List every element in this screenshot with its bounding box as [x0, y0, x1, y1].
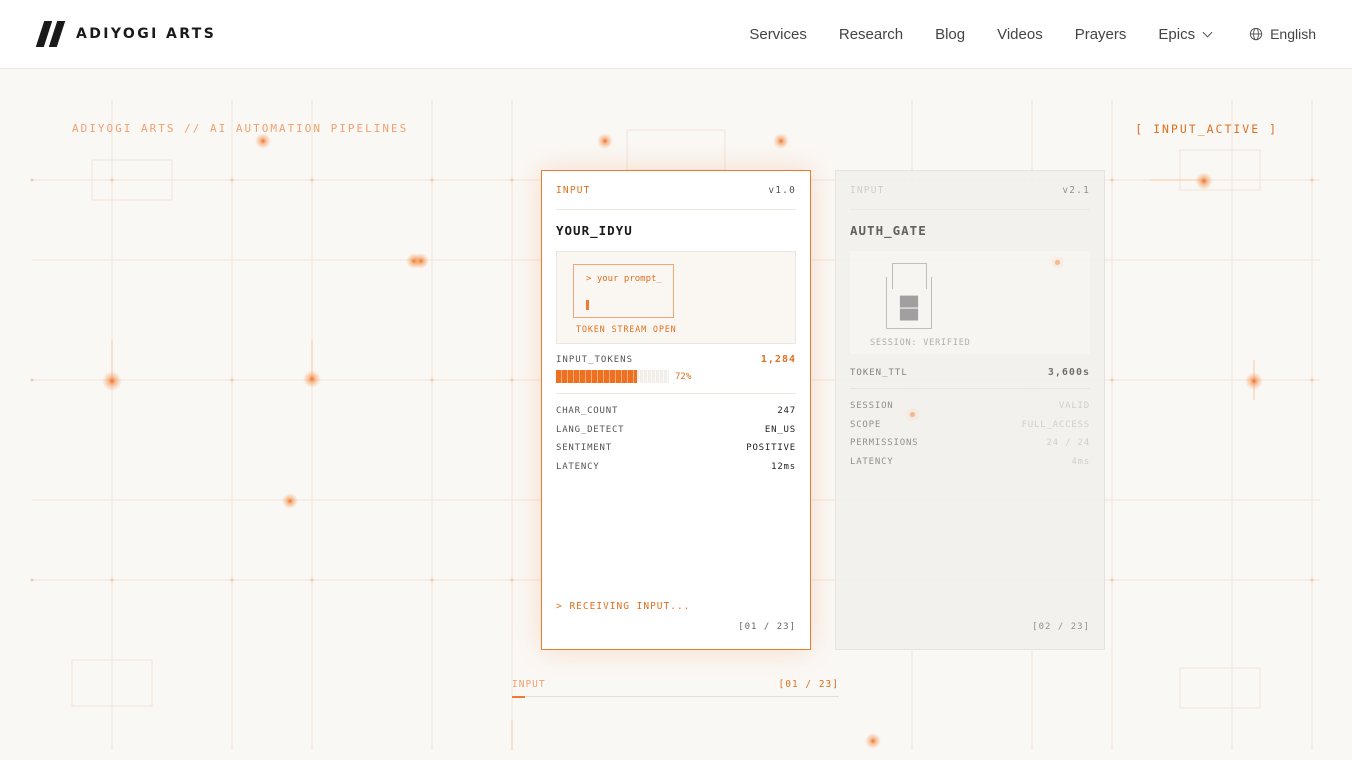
stat-row: SENTIMENT POSITIVE [556, 439, 796, 458]
stat-key: SESSION [850, 401, 894, 412]
stat-row: SCOPE FULL_ACCESS [850, 416, 1090, 435]
metric-value: 1,284 [760, 354, 796, 365]
token-progress: 72% [556, 370, 796, 383]
brand[interactable]: ADIYOGI ARTS [35, 21, 217, 47]
logo-mark-icon [35, 21, 66, 47]
stat-row: LATENCY 4ms [850, 453, 1090, 472]
carousel-position: [01 / 23] [778, 679, 839, 690]
prompt-visual: > your prompt_ TOKEN STREAM OPEN [556, 251, 796, 344]
metric-row: INPUT_TOKENS 1,284 [556, 354, 796, 365]
stat-value: 12ms [771, 461, 796, 472]
card-label: INPUT [850, 184, 885, 196]
language-selector[interactable]: English [1249, 26, 1316, 42]
metric-value: 3,600s [1047, 367, 1090, 378]
stats-list: SESSION VALID SCOPE FULL_ACCESS PERMISSI… [850, 397, 1090, 471]
divider [850, 388, 1090, 389]
lock-block: ███ [900, 297, 919, 308]
main-nav: Services Research Blog Videos Prayers Ep… [749, 26, 1316, 43]
card-version: v1.0 [768, 184, 796, 196]
card-title: YOUR_IDYU [556, 223, 633, 238]
carousel-progress [512, 696, 526, 698]
text-cursor-icon [586, 300, 589, 310]
nav-videos[interactable]: Videos [997, 26, 1043, 43]
site-header: ADIYOGI ARTS Services Research Blog Vide… [0, 0, 1352, 69]
stat-value: 247 [777, 406, 796, 417]
card-header: INPUT v1.0 [556, 171, 796, 210]
stat-row: LANG_DETECT EN_US [556, 421, 796, 440]
chevron-down-icon [1202, 27, 1213, 37]
card-header: INPUT v2.1 [850, 171, 1090, 210]
stat-key: SENTIMENT [556, 443, 612, 454]
carousel-label: INPUT [512, 679, 546, 690]
stats-list: CHAR_COUNT 247 LANG_DETECT EN_US SENTIME… [556, 402, 796, 476]
viz-caption: TOKEN STREAM OPEN [576, 325, 677, 335]
glow-dot [910, 412, 915, 417]
language-label: English [1270, 26, 1316, 42]
hero-tagline: ADIYOGI ARTS // AI AUTOMATION PIPELINES [72, 122, 409, 135]
card-page-number: [02 / 23] [1032, 622, 1090, 632]
pipeline-card-input[interactable]: INPUT v1.0 YOUR_IDYU > your prompt_ TOKE… [541, 170, 811, 650]
card-version: v2.1 [1062, 184, 1090, 196]
globe-icon [1249, 27, 1263, 41]
progress-track [556, 370, 669, 383]
nav-epics-dropdown[interactable]: Epics [1158, 25, 1213, 43]
stat-value: 4ms [1071, 456, 1090, 467]
nav-epics-label: Epics [1158, 25, 1196, 43]
stat-row: CHAR_COUNT 247 [556, 402, 796, 421]
card-page-number: [01 / 23] [738, 622, 796, 632]
stat-value: VALID [1058, 401, 1090, 412]
stat-row: SESSION VALID [850, 397, 1090, 416]
nav-services[interactable]: Services [749, 26, 807, 43]
viz-caption: SESSION: VERIFIED [870, 338, 971, 348]
stat-row: PERMISSIONS 24 / 24 [850, 434, 1090, 453]
carousel-indicator[interactable]: INPUT [01 / 23] [512, 679, 839, 699]
input-active-status: [ INPUT_ACTIVE ] [1135, 122, 1278, 136]
receiving-status: > RECEIVING INPUT... [556, 601, 691, 612]
stat-key: PERMISSIONS [850, 438, 919, 449]
stat-key: LATENCY [850, 456, 894, 467]
pipeline-card-auth-gate[interactable]: INPUT v2.1 AUTH_GATE ███ ███ SESSION: VE… [835, 170, 1105, 650]
metric-name: TOKEN_TTL [850, 367, 908, 378]
stat-key: SCOPE [850, 419, 882, 430]
progress-fill [556, 370, 638, 383]
card-label: INPUT [556, 184, 591, 196]
lock-visual: ███ ███ SESSION: VERIFIED [850, 251, 1090, 354]
card-title: AUTH_GATE [850, 223, 927, 238]
stat-value: POSITIVE [746, 443, 796, 454]
prompt-text: > your prompt_ [586, 274, 662, 284]
nav-prayers[interactable]: Prayers [1075, 26, 1127, 43]
stat-row: LATENCY 12ms [556, 458, 796, 477]
metric-row: TOKEN_TTL 3,600s [850, 367, 1090, 378]
stat-value: FULL_ACCESS [1021, 419, 1090, 430]
carousel-track [512, 696, 839, 697]
progress-percent: 72% [675, 371, 692, 382]
nav-research[interactable]: Research [839, 26, 903, 43]
divider [556, 393, 796, 394]
stat-key: LANG_DETECT [556, 424, 625, 435]
brand-name: ADIYOGI ARTS [76, 26, 217, 42]
glow-dot [1055, 260, 1060, 265]
stat-value: 24 / 24 [1046, 438, 1090, 449]
prompt-box: > your prompt_ [573, 264, 674, 318]
lock-block: ███ [900, 310, 919, 321]
stat-value: EN_US [764, 424, 796, 435]
stat-key: CHAR_COUNT [556, 406, 619, 417]
metric-name: INPUT_TOKENS [556, 354, 634, 365]
nav-blog[interactable]: Blog [935, 26, 965, 43]
stat-key: LATENCY [556, 461, 600, 472]
